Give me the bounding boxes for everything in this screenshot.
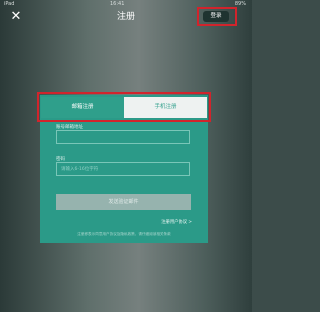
password-input[interactable] [56, 162, 190, 176]
submit-button[interactable]: 发送验证邮件 [56, 194, 191, 210]
login-button[interactable]: 登录 [203, 11, 229, 22]
close-icon[interactable]: ✕ [9, 10, 23, 24]
phone-input[interactable] [56, 130, 190, 144]
status-time: 16:41 [110, 1, 125, 7]
status-carrier: iPad [4, 1, 15, 7]
page-title: 注册 [116, 12, 135, 22]
tabs-highlight [37, 92, 211, 122]
footer-note: 注册即表示同意用户协议及隐私政策，请仔细阅读相关条款 [77, 232, 171, 236]
terms-link[interactable]: 注册用户协议 > [150, 219, 192, 225]
